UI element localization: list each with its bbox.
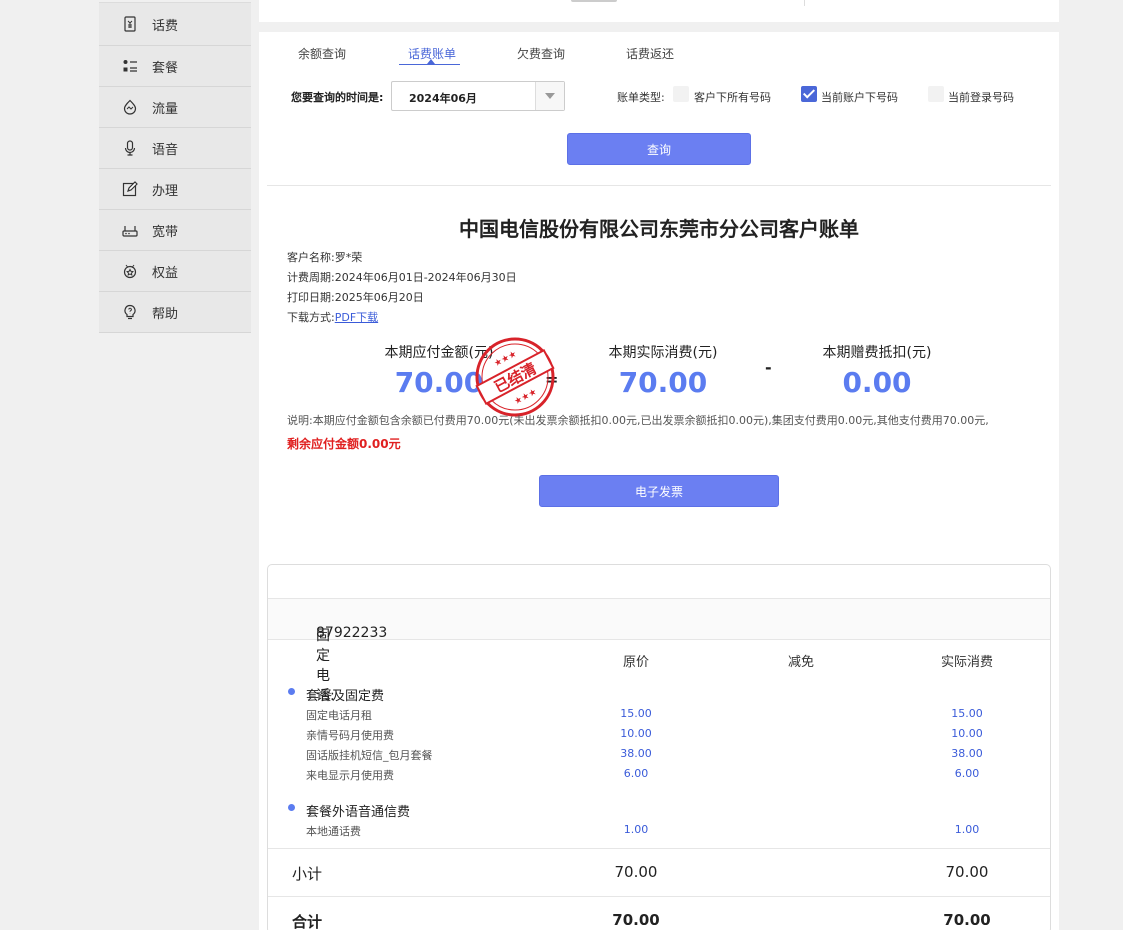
month-select-value: 2024年06月 [409,92,477,105]
tab-bar: 余额查询 话费账单 欠费查询 话费返还 [259,32,1059,66]
checkbox-all-numbers-label[interactable]: 客户下所有号码 [694,89,771,105]
month-select[interactable]: 2024年06月 [391,81,565,111]
group-title: 套餐及固定费 [306,689,385,704]
download-method: 下载方式:PDF下载 [287,311,379,324]
yuan-card-icon [122,16,138,32]
list-item: 本地通话费 [306,825,361,838]
item-price: 10.00 [620,727,652,740]
item-price: 15.00 [620,707,652,720]
checkbox-login-number[interactable] [928,86,944,102]
time-label: 您要查询的时间是: [291,91,384,104]
list-item: 固话版挂机短信_包月套餐 [306,749,433,762]
router-icon [122,222,138,238]
row-divider [268,848,1050,849]
cut-off-text [571,0,617,2]
subtotal-price: 70.00 [614,863,658,881]
checkbox-account-numbers[interactable] [801,86,817,102]
group-bullet [288,804,295,811]
customer-name: 客户名称:罗*荣 [287,251,363,264]
total-actual: 70.00 [943,911,991,929]
badge-icon [122,263,138,279]
sidebar-item-package[interactable]: 套餐 [99,46,251,87]
total-price: 70.00 [612,911,660,929]
sidebar: 话费 套餐 流量 语音 办理 宽带 权益 帮助 [99,0,251,333]
row-divider [268,896,1050,897]
sidebar-item-label: 宽带 [152,224,179,240]
sidebar-item-label: 权益 [152,265,179,281]
svg-text:★★★: ★★★ [513,387,539,407]
sidebar-item-label: 话费 [152,18,179,34]
chevron-down-icon[interactable] [535,82,564,110]
sidebar-item-label: 语音 [152,142,179,158]
item-actual: 1.00 [954,823,980,836]
flow-icon [122,99,138,115]
query-row: 您要查询的时间是: 2024年06月 账单类型: 客户下所有号码 当前账户下号码… [259,81,1059,111]
sidebar-item-voice[interactable]: 语音 [99,128,251,169]
item-price: 38.00 [620,747,652,760]
sidebar-item-label: 套餐 [152,60,179,76]
sidebar-item-label: 办理 [152,183,179,199]
bill-note: 说明:本期应付金额包含余额已付费用70.00元(未出发票余额抵扣0.00元,已出… [287,414,989,427]
sidebar-item-label: 流量 [152,101,179,117]
remaining-amount: 剩余应付金额0.00元 [287,437,401,451]
gift-deduction-value: 0.00 [842,366,912,399]
item-actual: 10.00 [951,727,983,740]
pdf-download-link[interactable]: PDF下载 [335,311,378,324]
sidebar-item-broadband[interactable]: 宽带 [99,210,251,251]
actual-consumption-value: 70.00 [618,366,708,399]
bill-type-label: 账单类型: [617,91,665,104]
checkbox-account-numbers-label[interactable]: 当前账户下号码 [821,89,898,105]
cut-off-divider [804,0,805,6]
list-icon [122,58,138,74]
total-label: 合计 [292,913,323,930]
sidebar-item-handle[interactable]: 办理 [99,169,251,210]
tab-refund[interactable]: 话费返还 [626,45,674,62]
phone-header: 固定电话: 87922233 [268,598,1050,704]
edit-icon [122,181,138,197]
list-item: 来电显示月使用费 [306,769,394,782]
query-button[interactable]: 查询 [567,133,751,165]
list-item: 固定电话月租 [306,709,372,722]
item-price: 6.00 [623,767,649,780]
checkbox-login-number-label[interactable]: 当前登录号码 [948,89,1014,105]
bill-panel: 余额查询 话费账单 欠费查询 话费返还 您要查询的时间是: 2024年06月 账… [259,32,1059,930]
minus-sign: - [765,358,772,377]
help-bulb-icon [122,304,138,320]
sidebar-item-label: 帮助 [152,306,179,322]
microphone-icon [122,140,138,156]
subtotal-actual: 70.00 [945,863,989,881]
column-header-discount: 减免 [787,655,814,670]
bill-detail-card: 固定电话: 87922233 原价 减免 实际消费 套餐及固定费 固定电话月租 1… [267,564,1051,930]
sidebar-item-help[interactable]: 帮助 [99,292,251,333]
item-actual: 15.00 [951,707,983,720]
subtotal-label: 小计 [292,865,323,883]
active-tab-underline [399,64,460,65]
item-actual: 38.00 [951,747,983,760]
actual-consumption-label: 本期实际消费(元) [608,345,718,361]
group-title: 套餐外语音通信费 [306,805,411,820]
sidebar-item-data[interactable]: 流量 [99,87,251,128]
print-date: 打印日期:2025年06月20日 [287,291,424,304]
sidebar-item-rights[interactable]: 权益 [99,251,251,292]
column-header-price: 原价 [622,655,649,670]
tab-arrears[interactable]: 欠费查询 [517,45,565,62]
item-price: 1.00 [623,823,649,836]
phone-number: 87922233 [316,625,388,641]
e-invoice-button[interactable]: 电子发票 [539,475,779,507]
previous-card [259,0,1059,22]
item-actual: 6.00 [954,767,980,780]
gift-deduction-label: 本期赠费抵扣(元) [822,345,932,361]
billing-period: 计费周期:2024年06月01日-2024年06月30日 [287,271,517,284]
tab-balance[interactable]: 余额查询 [298,45,346,62]
column-header-actual: 实际消费 [940,655,993,670]
group-bullet [288,688,295,695]
list-item: 亲情号码月使用费 [306,729,394,742]
checkbox-all-numbers[interactable] [673,86,689,102]
settled-stamp-icon: 已结清 ★★★ ★★★ [475,337,555,417]
bill-title: 中国电信股份有限公司东莞市分公司客户账单 [459,217,859,241]
sidebar-item-fee[interactable]: 话费 [99,2,251,46]
divider [267,185,1051,186]
